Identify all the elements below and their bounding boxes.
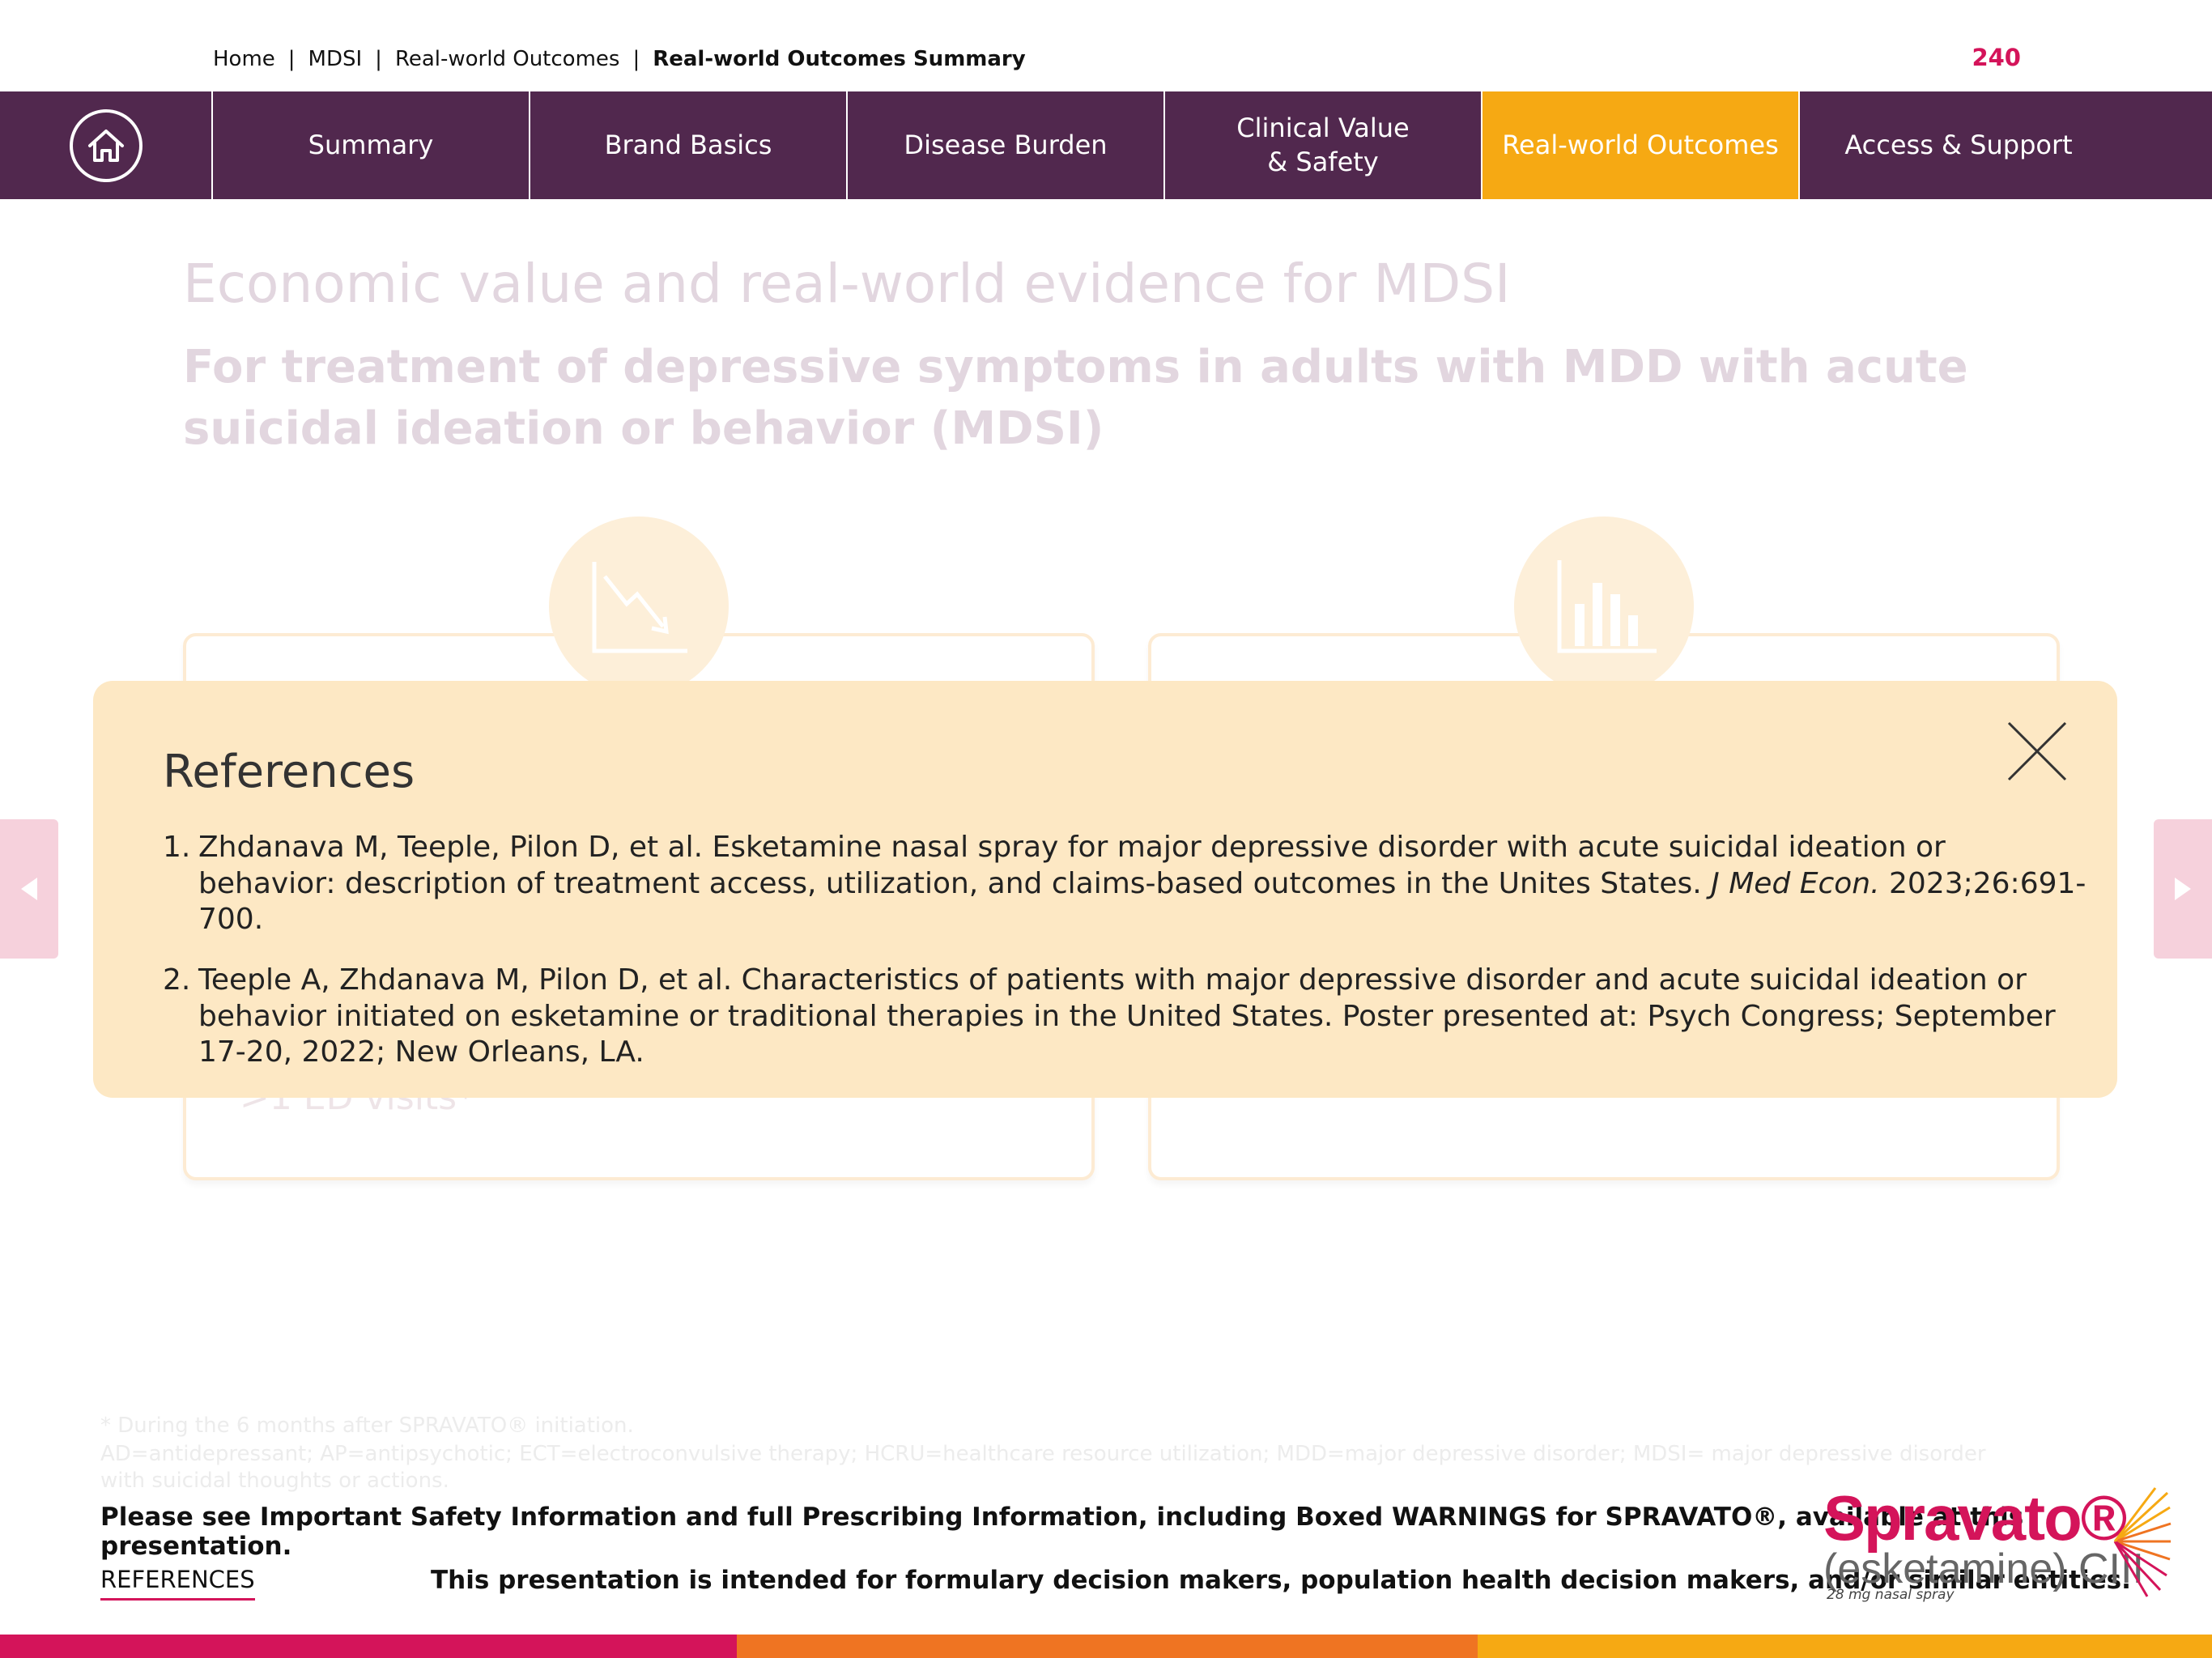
previous-slide-button[interactable] xyxy=(0,819,58,959)
close-icon xyxy=(2007,721,2067,781)
close-button[interactable] xyxy=(2007,721,2067,781)
page-title: Economic value and real-world evidence f… xyxy=(183,253,1511,315)
reference-number: 2. xyxy=(163,963,191,997)
modal-title: References xyxy=(163,746,415,798)
reference-text: Teeple A, Zhdanava M, Pilon D, et al. Ch… xyxy=(198,963,2056,1069)
breadcrumb-separator: | xyxy=(632,47,640,71)
breadcrumb-home[interactable]: Home xyxy=(213,47,275,71)
reference-text: Zhdanava M, Teeple, Pilon D, et al. Eske… xyxy=(198,831,2087,937)
color-bar-segment xyxy=(737,1635,1478,1658)
logo-dose: 28 mg nasal spray xyxy=(1827,1587,1955,1603)
next-slide-button[interactable] xyxy=(2154,819,2212,959)
main-nav: Summary Brand Basics Disease Burden Clin… xyxy=(0,91,2212,199)
breadcrumb-current: Real-world Outcomes Summary xyxy=(653,47,1026,71)
breadcrumb-separator: | xyxy=(287,47,296,71)
bar-chart-icon xyxy=(1514,517,1694,696)
page-number: 240 xyxy=(1972,44,2021,71)
color-bar-segment xyxy=(1478,1635,2212,1658)
burst-icon xyxy=(2113,1487,2172,1597)
home-icon xyxy=(69,108,143,182)
breadcrumb-separator: | xyxy=(375,47,382,71)
tab-summary[interactable]: Summary xyxy=(213,91,530,199)
spravato-logo: Spravato® (esketamine) CIII 28 mg nasal … xyxy=(1823,1482,2172,1603)
breadcrumb-real-world-outcomes[interactable]: Real-world Outcomes xyxy=(395,47,620,71)
downtrend-chart-icon xyxy=(549,517,729,696)
reference-item: 2. Teeple A, Zhdanava M, Pilon D, et al.… xyxy=(163,963,2090,1071)
references-link[interactable]: REFERENCES xyxy=(100,1566,255,1601)
color-bar-segment xyxy=(0,1635,737,1658)
arrow-left-icon xyxy=(21,878,37,900)
footer-color-bar xyxy=(0,1635,2212,1658)
reference-list: 1. Zhdanava M, Teeple, Pilon D, et al. E… xyxy=(163,830,2090,1095)
references-modal: References 1. Zhdanava M, Teeple, Pilon … xyxy=(93,681,2117,1098)
footnote: * During the 6 months after SPRAVATO® in… xyxy=(100,1414,634,1438)
home-button[interactable] xyxy=(0,91,213,199)
tab-brand-basics[interactable]: Brand Basics xyxy=(530,91,848,199)
tab-real-world-outcomes[interactable]: Real-world Outcomes xyxy=(1482,91,1800,199)
arrow-right-icon xyxy=(2175,878,2191,900)
reference-item: 1. Zhdanava M, Teeple, Pilon D, et al. E… xyxy=(163,830,2090,938)
tab-disease-burden[interactable]: Disease Burden xyxy=(848,91,1165,199)
page-subtitle: For treatment of depressive symptoms in … xyxy=(183,341,1968,455)
reference-number: 1. xyxy=(163,831,191,864)
tab-access-support[interactable]: Access & Support xyxy=(1800,91,2117,199)
breadcrumb-mdsi[interactable]: MDSI xyxy=(308,47,363,71)
tab-clinical-value-safety[interactable]: Clinical Value & Safety xyxy=(1165,91,1482,199)
abbreviations: AD=antidepressant; AP=antipsychotic; ECT… xyxy=(100,1442,1986,1493)
breadcrumb: Home | MDSI | Real-world Outcomes | Real… xyxy=(213,47,1026,71)
